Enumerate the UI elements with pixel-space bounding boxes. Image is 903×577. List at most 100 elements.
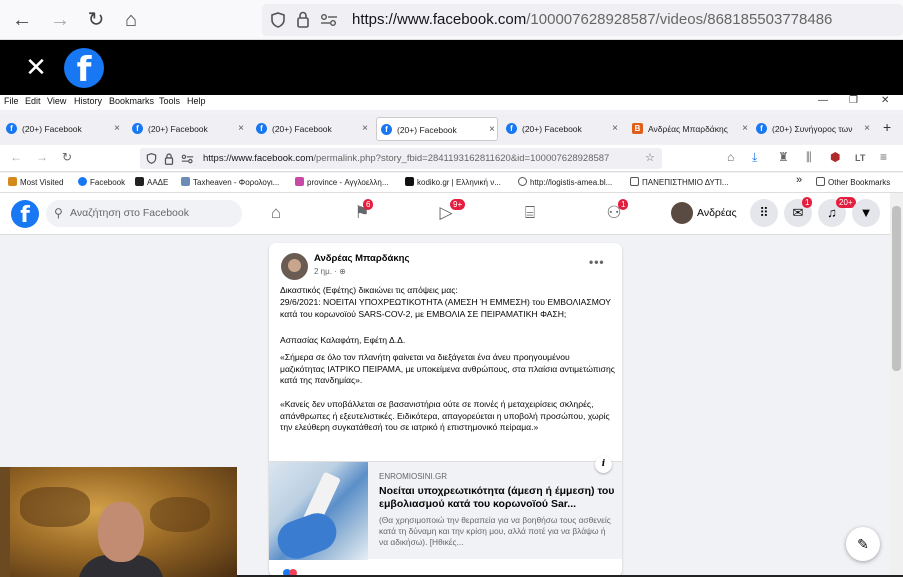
facebook-favicon-icon: [78, 177, 87, 186]
reload-icon: ↻: [87, 9, 105, 31]
home-button[interactable]: ⌂: [119, 8, 143, 32]
menu-tools[interactable]: Tools: [159, 96, 180, 106]
facebook-favicon-icon: f: [6, 123, 17, 134]
bookmark-province[interactable]: province - Αγγλοελλη...: [295, 177, 389, 187]
info-icon[interactable]: i: [595, 456, 612, 473]
back-button[interactable]: ←: [10, 8, 34, 32]
post-text-line: Δικαστικός (Εφέτης) δικαιώνει τις απόψει…: [280, 285, 458, 295]
new-tab-button[interactable]: +: [883, 119, 891, 135]
address-url: https://www.facebook.com/100007628928587…: [352, 11, 833, 28]
forward-button[interactable]: →: [36, 150, 48, 164]
aade-favicon-icon: [135, 177, 144, 186]
post-text-heading: 29/6/2021: ΝΟΕΙΤΑΙ ΥΠΟΧΡΕΩΤΙΚΟΤΗΤΑ (ΑΜΕΣ…: [280, 297, 611, 319]
bookmark-taxheaven[interactable]: Taxheaven - Φορολογι...: [181, 177, 279, 187]
screen: ← → ↻ ⌂ https://www.facebook.com/1000076…: [0, 0, 903, 577]
tab-synigoros[interactable]: f (20+) Συνήγορος των ×: [752, 117, 872, 141]
lock-icon: [164, 153, 174, 165]
pocket-icon[interactable]: ♜: [778, 150, 789, 164]
kodiko-favicon-icon: [405, 177, 414, 186]
bookmark-aade[interactable]: ΑΑΔΕ: [135, 177, 168, 187]
menu-file[interactable]: File: [4, 96, 19, 106]
address-bar[interactable]: https://www.facebook.com/100007628928587…: [262, 4, 903, 36]
menu-edit[interactable]: Edit: [25, 96, 41, 106]
menu-grid-button[interactable]: ⠿: [750, 199, 778, 227]
ublock-extension-icon[interactable]: ⬢: [830, 150, 840, 164]
video-frame: File Edit View History Bookmarks Tools H…: [0, 95, 903, 577]
close-window-icon[interactable]: ✕: [881, 95, 889, 106]
bookmark-star-icon[interactable]: ☆: [645, 148, 655, 169]
new-message-button[interactable]: ✎: [846, 527, 880, 561]
post-card: Ανδρέας Μπαρδάκης 2 ημ. · ⊕ ••• Δικαστικ…: [269, 243, 622, 577]
post-author[interactable]: Ανδρέας Μπαρδάκης: [314, 253, 409, 264]
presenter-video: [0, 467, 237, 577]
tab-facebook-5[interactable]: f (20+) Facebook ×: [502, 117, 620, 141]
forward-button[interactable]: →: [48, 8, 72, 32]
menu-view[interactable]: View: [47, 96, 66, 106]
post-quote-2: «Κανείς δεν υποβάλλεται σε βασανιστήρια …: [280, 399, 610, 432]
groups-badge: 1: [618, 199, 629, 210]
scrollbar-thumb[interactable]: [892, 206, 901, 371]
tab-close-icon[interactable]: ×: [362, 117, 368, 141]
messenger-badge: 1: [802, 197, 813, 208]
reload-button[interactable]: ↻: [62, 150, 72, 164]
permissions-icon[interactable]: [320, 13, 338, 27]
permissions-icon[interactable]: [181, 154, 194, 164]
marketplace-icon[interactable]: ⌸: [518, 203, 542, 223]
tab-close-icon[interactable]: ×: [742, 117, 748, 141]
bookmark-most-visited[interactable]: Most Visited: [8, 177, 63, 187]
download-icon[interactable]: ⤓: [752, 150, 757, 165]
menu-bookmarks[interactable]: Bookmarks: [109, 96, 154, 106]
tab-facebook-2[interactable]: f (20+) Facebook ×: [128, 117, 246, 141]
link-description: (Θα χρησιμοποιώ την θεραπεία για να βοηθ…: [379, 515, 611, 547]
tab-close-icon[interactable]: ×: [489, 118, 495, 140]
extension-icon[interactable]: LT: [855, 153, 865, 163]
minimize-icon[interactable]: —: [818, 95, 828, 106]
library-icon[interactable]: ⫼: [806, 150, 812, 165]
blogger-favicon-icon: B: [632, 123, 643, 134]
tab-facebook-active[interactable]: f (20+) Facebook ×: [376, 117, 498, 141]
facebook-logo-icon[interactable]: f: [11, 200, 39, 228]
close-button[interactable]: ✕: [24, 52, 48, 82]
tab-facebook-3[interactable]: f (20+) Facebook ×: [252, 117, 370, 141]
video-viewer-header: [0, 40, 903, 95]
bookmarks-overflow-icon[interactable]: »: [796, 174, 802, 186]
tab-blogger[interactable]: B Ανδρέας Μπαρδάκης ×: [628, 117, 750, 141]
bookmark-panepistimio[interactable]: ΠΑΝΕΠΙΣΤΗΜΙΟ ΔΥΤΙ...: [630, 177, 729, 187]
tab-strip: f (20+) Facebook × f (20+) Facebook × f (20+)…: [0, 114, 903, 144]
inner-address-bar[interactable]: https://www.facebook.com/permalink.php?s…: [140, 148, 662, 169]
bookmark-logistis[interactable]: http://logistis-amea.bl...: [518, 177, 612, 187]
post-time[interactable]: 2 ημ. · ⊕: [314, 267, 346, 276]
link-domain: ENROMIOSINI.GR: [379, 472, 448, 481]
tab-close-icon[interactable]: ×: [864, 117, 870, 141]
facebook-favicon-icon: f: [756, 123, 767, 134]
home-icon[interactable]: ⌂: [264, 203, 288, 223]
bookmark-other[interactable]: Other Bookmarks: [816, 177, 890, 187]
bookmark-facebook[interactable]: Facebook: [78, 177, 125, 187]
bookmark-kodiko[interactable]: kodiko.gr | Ελληνική ν...: [405, 177, 501, 187]
edit-icon: ✎: [857, 536, 869, 552]
arrow-right-icon: →: [50, 9, 70, 31]
account-menu-button[interactable]: ▼: [852, 199, 880, 227]
lock-icon: [297, 11, 309, 28]
tab-close-icon[interactable]: ×: [238, 117, 244, 141]
home-icon[interactable]: ⌂: [727, 150, 734, 164]
hamburger-menu-icon[interactable]: ≡: [880, 150, 887, 164]
search-input[interactable]: ⚲ Αναζήτηση στο Facebook: [46, 200, 242, 227]
post-options-icon[interactable]: •••: [589, 255, 605, 269]
messenger-icon: ✉: [792, 205, 804, 220]
author-avatar[interactable]: [281, 253, 308, 280]
reload-button[interactable]: ↻: [84, 8, 108, 32]
shield-icon: [271, 12, 285, 28]
tab-close-icon[interactable]: ×: [612, 117, 618, 141]
facebook-logo-icon[interactable]: f: [64, 48, 104, 90]
tab-close-icon[interactable]: ×: [114, 117, 120, 141]
back-button[interactable]: ←: [10, 150, 22, 164]
inner-address-url: https://www.facebook.com/permalink.php?s…: [203, 153, 610, 164]
menu-history[interactable]: History: [74, 96, 102, 106]
search-icon: ⚲: [54, 206, 63, 220]
link-preview[interactable]: i ENROMIOSINI.GR Νοείται υποχρεωτικότητα…: [269, 456, 622, 560]
tab-facebook-1[interactable]: f (20+) Facebook ×: [2, 117, 122, 141]
facebook-favicon-icon: f: [506, 123, 517, 134]
restore-icon[interactable]: ❐: [849, 95, 858, 106]
menu-help[interactable]: Help: [187, 96, 206, 106]
